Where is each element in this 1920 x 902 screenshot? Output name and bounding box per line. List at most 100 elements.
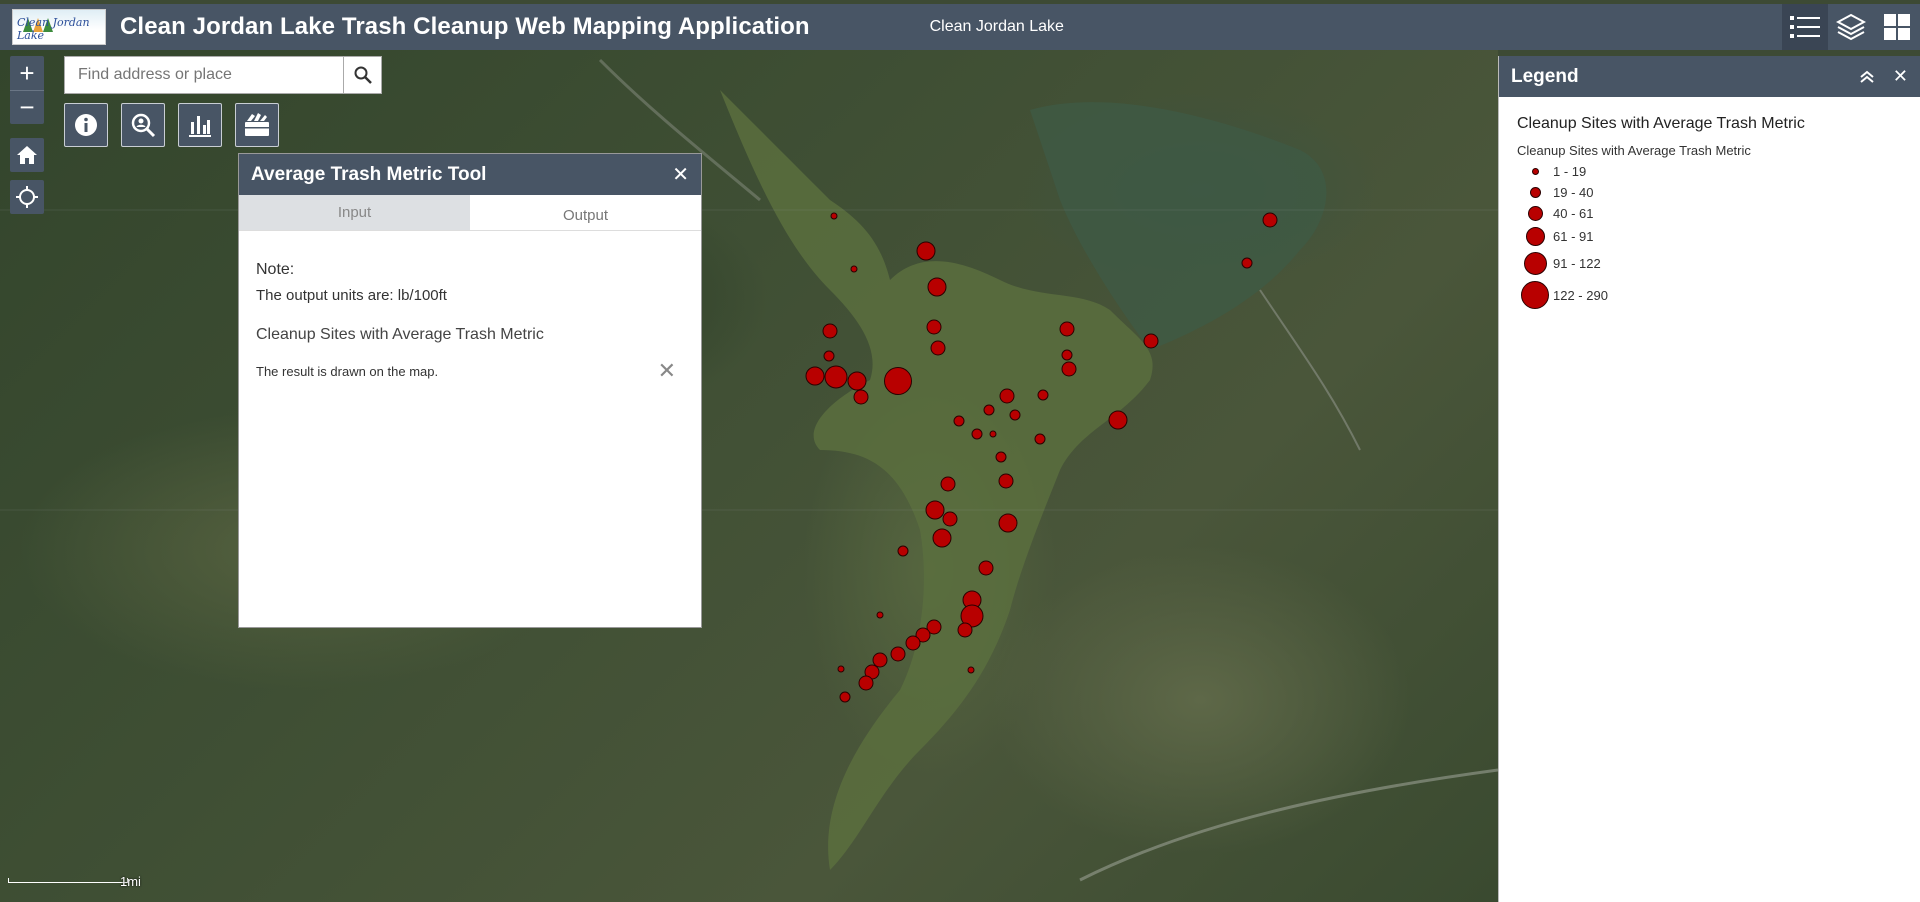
cleanup-site-marker[interactable]: [942, 511, 958, 527]
cleanup-site-marker[interactable]: [839, 691, 851, 703]
cleanup-site-marker[interactable]: [1108, 410, 1128, 430]
cleanup-site-marker[interactable]: [957, 622, 973, 638]
legend-symbol: [1527, 206, 1543, 221]
legend-label: 19 - 40: [1553, 185, 1594, 200]
cleanup-site-marker[interactable]: [978, 560, 994, 576]
tab-input[interactable]: Input: [239, 195, 470, 230]
cleanup-site-marker[interactable]: [890, 646, 906, 662]
cleanup-site-marker[interactable]: [905, 635, 921, 651]
cleanup-site-marker[interactable]: [830, 212, 838, 220]
search-widget: [64, 56, 382, 94]
result-text: The result is drawn on the map.: [256, 363, 439, 379]
cleanup-site-marker[interactable]: [953, 415, 965, 427]
result-layer-name: Cleanup Sites with Average Trash Metric: [256, 326, 544, 343]
cleanup-site-marker[interactable]: [998, 513, 1018, 533]
cleanup-site-marker[interactable]: [916, 241, 936, 261]
lake-shape: [0, 58, 1498, 882]
tab-output[interactable]: Output: [470, 195, 701, 230]
basemap-gallery-icon[interactable]: [1874, 4, 1920, 50]
cleanup-site-marker[interactable]: [1143, 333, 1159, 349]
clear-result-icon[interactable]: ✕: [658, 358, 676, 384]
scale-label: 1mi: [120, 874, 141, 889]
cleanup-site-marker[interactable]: [853, 389, 869, 405]
legend-label: 122 - 290: [1553, 287, 1608, 303]
legend-title: Legend: [1511, 65, 1579, 87]
cleanup-site-marker[interactable]: [995, 451, 1007, 463]
legend-item: 1 - 19: [1517, 164, 1902, 179]
cleanup-site-marker[interactable]: [983, 404, 995, 416]
cleanup-site-marker[interactable]: [940, 476, 956, 492]
cleanup-site-marker[interactable]: [823, 350, 835, 362]
cleanup-site-marker[interactable]: [822, 323, 838, 339]
cleanup-site-marker[interactable]: [1037, 389, 1049, 401]
cleanup-site-marker[interactable]: [837, 665, 845, 673]
panel-title: Average Trash Metric Tool: [251, 163, 487, 185]
legend-item: 61 - 91: [1517, 227, 1902, 246]
analysis-tool-button[interactable]: [235, 103, 279, 147]
legend-items: 1 - 19 19 - 40 40 - 61 61 - 91 91 - 122 122 -…: [1517, 164, 1902, 309]
scale-bar: 1mi: [8, 872, 141, 889]
chart-button[interactable]: [178, 103, 222, 147]
cleanup-site-marker[interactable]: [932, 528, 952, 548]
query-icon: [131, 113, 156, 138]
zoom-in-button[interactable]: +: [10, 56, 44, 90]
cleanup-site-marker[interactable]: [926, 319, 942, 335]
cleanup-site-marker[interactable]: [876, 611, 884, 619]
search-button[interactable]: [343, 57, 381, 93]
about-button[interactable]: [64, 103, 108, 147]
cleanup-site-marker[interactable]: [998, 473, 1014, 489]
cleanup-site-marker[interactable]: [1262, 212, 1278, 228]
cleanup-site-marker[interactable]: [805, 366, 825, 386]
cleanup-site-marker[interactable]: [850, 265, 858, 273]
cleanup-site-marker[interactable]: [1061, 361, 1077, 377]
legend-label: 91 - 122: [1553, 256, 1601, 271]
cleanup-site-marker[interactable]: [1059, 321, 1075, 337]
cleanup-site-marker[interactable]: [971, 428, 983, 440]
legend-list-icon[interactable]: [1782, 4, 1828, 50]
map-view[interactable]: 1mi: [0, 50, 1498, 902]
cleanup-site-marker[interactable]: [967, 666, 975, 674]
layers-icon[interactable]: [1828, 4, 1874, 50]
panel-header: Average Trash Metric Tool ✕: [239, 154, 701, 195]
legend-symbol: [1525, 227, 1545, 246]
locate-icon: [16, 186, 38, 208]
cleanup-site-marker[interactable]: [927, 277, 947, 297]
cleanup-site-marker[interactable]: [824, 365, 848, 389]
cleanup-site-marker[interactable]: [1061, 349, 1073, 361]
cleanup-site-marker[interactable]: [999, 388, 1015, 404]
legend-symbol: [1523, 252, 1547, 275]
average-trash-metric-tool-panel: Average Trash Metric Tool ✕ Input Output…: [238, 153, 702, 628]
query-button[interactable]: [121, 103, 165, 147]
locate-button[interactable]: [10, 180, 44, 214]
panel-close-icon[interactable]: ✕: [672, 162, 689, 187]
app-header: Clean Jordan Lake Clean Jordan Lake Tras…: [0, 4, 1920, 50]
legend-label: 61 - 91: [1553, 229, 1594, 244]
cleanup-site-marker[interactable]: [897, 545, 909, 557]
cleanup-site-marker[interactable]: [930, 340, 946, 356]
cleanup-site-marker[interactable]: [1009, 409, 1021, 421]
cleanup-site-marker[interactable]: [1034, 433, 1046, 445]
cleanup-site-marker[interactable]: [989, 430, 997, 438]
info-icon: [75, 114, 97, 136]
search-input[interactable]: [65, 57, 343, 93]
cleanup-site-marker[interactable]: [847, 371, 867, 391]
cleanup-site-marker[interactable]: [884, 367, 912, 395]
legend-item: 40 - 61: [1517, 206, 1902, 221]
header-toolbar: [1782, 4, 1920, 50]
home-icon: [17, 146, 37, 164]
bar-chart-icon: [189, 116, 211, 137]
legend-close-icon[interactable]: ✕: [1893, 66, 1908, 87]
cleanup-site-marker[interactable]: [1241, 257, 1253, 269]
app-subtitle[interactable]: Clean Jordan Lake: [930, 18, 1064, 36]
search-icon: [354, 66, 372, 84]
legend-symbol: [1529, 187, 1541, 198]
collapse-icon[interactable]: [1859, 70, 1875, 84]
zoom-out-button[interactable]: −: [10, 90, 44, 124]
legend-body: Cleanup Sites with Average Trash Metric …: [1499, 97, 1920, 327]
home-button[interactable]: [10, 138, 44, 172]
logo-text: Clean Jordan Lake: [17, 16, 90, 42]
app-logo: Clean Jordan Lake: [12, 9, 106, 45]
toolbox-icon: [245, 113, 269, 136]
legend-item: 91 - 122: [1517, 252, 1902, 275]
cleanup-site-marker[interactable]: [858, 675, 874, 691]
